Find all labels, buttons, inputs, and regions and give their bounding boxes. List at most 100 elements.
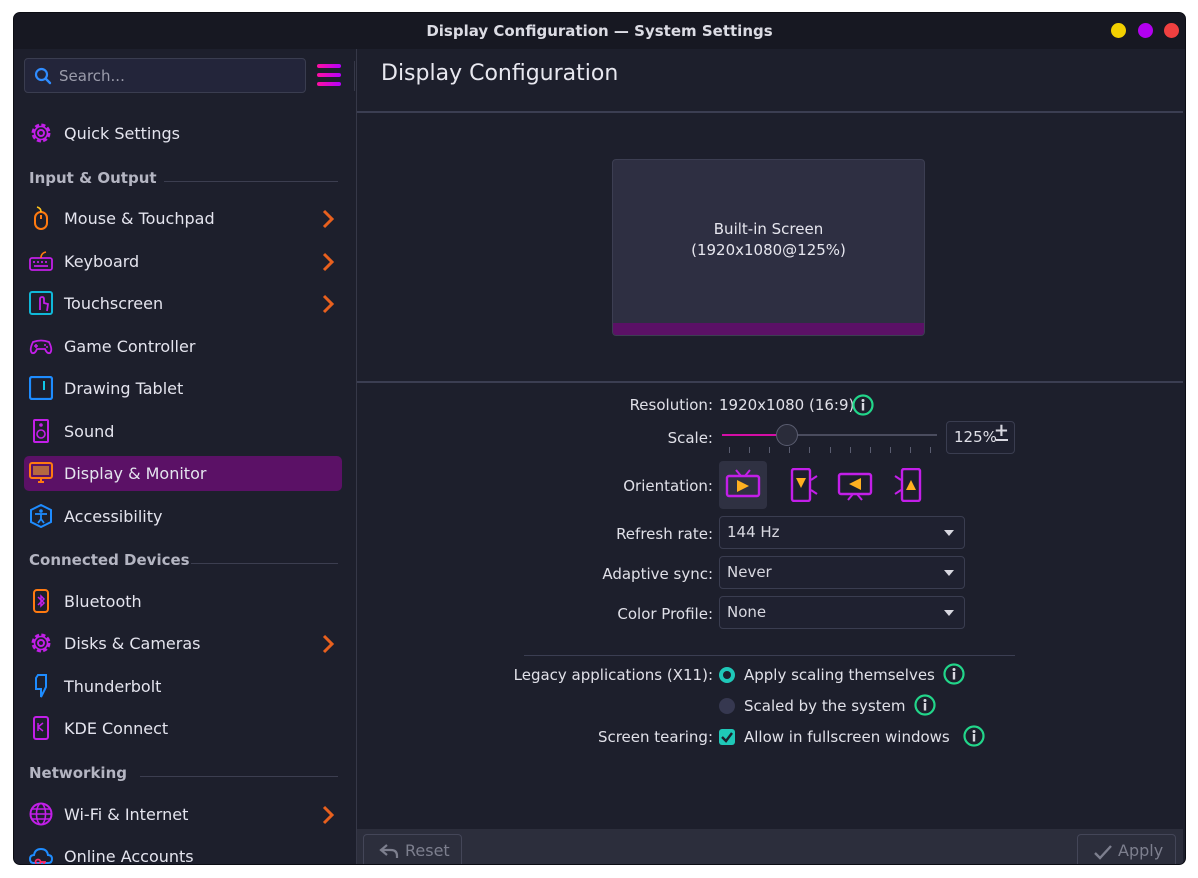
orientation-landscape-flipped-button[interactable] [831, 461, 879, 509]
maximize-button[interactable] [1138, 23, 1153, 38]
reset-button[interactable]: Reset [363, 834, 462, 864]
sidebar-item-kde-connect[interactable]: KDE Connect [24, 711, 342, 746]
sidebar-item-label: Thunderbolt [64, 677, 162, 696]
sidebar-item-accessibility[interactable]: Accessibility [24, 499, 342, 534]
touchscreen-icon [29, 291, 53, 315]
radio-label[interactable]: Scaled by the system [744, 697, 905, 715]
checkmark-icon [721, 732, 733, 743]
scale-slider-handle[interactable] [775, 424, 798, 446]
sidebar-item-label: Quick Settings [64, 124, 180, 143]
sidebar-item-sound[interactable]: Sound [24, 414, 342, 449]
window-title: Display Configuration — System Settings [426, 22, 773, 40]
sidebar-item-disks-cameras[interactable]: Disks & Cameras [24, 626, 342, 661]
sidebar-item-touchscreen[interactable]: Touchscreen [24, 286, 342, 321]
sidebar-item-label: Accessibility [64, 507, 163, 526]
refresh-rate-value: 144 Hz [727, 523, 780, 541]
sidebar-item-label: Game Controller [64, 337, 196, 356]
refresh-rate-label: Refresh rate: [616, 525, 713, 543]
slider-tick [849, 447, 851, 453]
radio-apply-scaling-themselves[interactable] [719, 667, 735, 683]
info-icon[interactable] [852, 394, 874, 416]
sidebar: Quick Settings Input & Output Mouse & To… [14, 49, 357, 864]
dropdown-arrow-icon [944, 530, 954, 536]
increment-icon[interactable]: + [994, 422, 1009, 440]
allow-tearing-checkbox[interactable] [719, 729, 735, 745]
chevron-right-icon [322, 805, 335, 825]
orientation-landscape-flipped-icon [837, 472, 873, 501]
color-profile-dropdown[interactable]: None [719, 596, 965, 629]
gear-icon [31, 633, 51, 653]
info-icon[interactable] [914, 694, 936, 716]
decrement-icon[interactable] [996, 439, 1008, 441]
adaptive-sync-dropdown[interactable]: Never [719, 556, 965, 589]
sidebar-item-keyboard[interactable]: Keyboard [24, 244, 342, 279]
orientation-landscape-icon [725, 469, 761, 498]
accessibility-icon [30, 504, 52, 528]
sidebar-item-label: Bluetooth [64, 592, 142, 611]
gear-icon [31, 123, 51, 143]
globe-icon [29, 802, 53, 826]
mouse-icon [34, 206, 48, 230]
slider-tick [869, 447, 871, 453]
resolution-value: 1920x1080 (16:9) [719, 396, 855, 414]
undo-icon [379, 844, 399, 858]
sidebar-item-thunderbolt[interactable]: Thunderbolt [24, 669, 342, 704]
sidebar-item-mouse-touchpad[interactable]: Mouse & Touchpad [24, 201, 342, 236]
screen-preview[interactable]: Built-in Screen (1920x1080@125%) [612, 159, 925, 336]
sidebar-item-bluetooth[interactable]: Bluetooth [24, 584, 342, 619]
search-input[interactable] [57, 59, 297, 92]
orientation-landscape-button[interactable] [719, 461, 767, 509]
apply-label: Apply [1118, 841, 1164, 860]
title-bar: Display Configuration — System Settings [14, 13, 1185, 49]
orientation-portrait-flipped-button[interactable] [887, 461, 935, 509]
sidebar-item-label: Mouse & Touchpad [64, 209, 215, 228]
sidebar-item-drawing-tablet[interactable]: Drawing Tablet [24, 371, 342, 406]
checkbox-label[interactable]: Allow in fullscreen windows [744, 728, 950, 746]
sidebar-item-online-accounts[interactable]: Online Accounts [24, 839, 342, 864]
orientation-label: Orientation: [623, 477, 713, 495]
page-title: Display Configuration [381, 61, 619, 86]
dropdown-arrow-icon [944, 610, 954, 616]
slider-tick [829, 447, 831, 453]
search-box[interactable] [24, 58, 306, 93]
sidebar-item-game-controller[interactable]: Game Controller [24, 329, 342, 364]
scale-spinbox[interactable]: 125% + [946, 421, 1015, 454]
scale-label: Scale: [667, 429, 713, 447]
refresh-rate-dropdown[interactable]: 144 Hz [719, 516, 965, 549]
cloud-key-icon [29, 847, 53, 864]
resolution-label: Resolution: [629, 396, 713, 414]
slider-tick [769, 447, 771, 453]
screen-layout-area: Built-in Screen (1920x1080@125%) [357, 113, 1183, 381]
orientation-portrait-button[interactable] [777, 461, 825, 509]
search-icon [34, 67, 52, 85]
adaptive-sync-label: Adaptive sync: [602, 565, 713, 583]
apply-button[interactable]: Apply [1077, 834, 1176, 864]
chevron-right-icon [322, 634, 335, 654]
category-divider [140, 776, 338, 777]
radio-label[interactable]: Apply scaling themselves [744, 666, 935, 684]
sidebar-item-wifi-internet[interactable]: Wi-Fi & Internet [24, 797, 342, 832]
main-panel: Display Configuration Built-in Screen (1… [357, 49, 1185, 864]
orientation-portrait-icon [790, 468, 818, 502]
slider-tick [749, 447, 751, 453]
slider-tick [809, 447, 811, 453]
close-button[interactable] [1164, 23, 1179, 38]
hamburger-menu-button[interactable] [314, 64, 344, 86]
sidebar-item-quick-settings[interactable]: Quick Settings [24, 116, 342, 151]
info-icon[interactable] [963, 725, 985, 747]
sidebar-item-display-monitor[interactable]: Display & Monitor [24, 456, 342, 491]
section-divider [357, 381, 1183, 383]
legacy-apps-label: Legacy applications (X11): [513, 666, 713, 684]
minimize-button[interactable] [1111, 23, 1126, 38]
info-icon[interactable] [943, 663, 965, 685]
slider-tick [789, 447, 791, 453]
screen-tearing-label: Screen tearing: [597, 728, 713, 746]
chevron-right-icon [322, 294, 335, 314]
sidebar-item-label: Display & Monitor [64, 464, 207, 483]
radio-scaled-by-system[interactable] [719, 698, 735, 714]
monitor-icon [29, 462, 53, 483]
orientation-portrait-flipped-icon [894, 468, 922, 502]
slider-tick [889, 447, 891, 453]
sidebar-item-label: Drawing Tablet [64, 379, 184, 398]
reset-label: Reset [405, 841, 450, 860]
